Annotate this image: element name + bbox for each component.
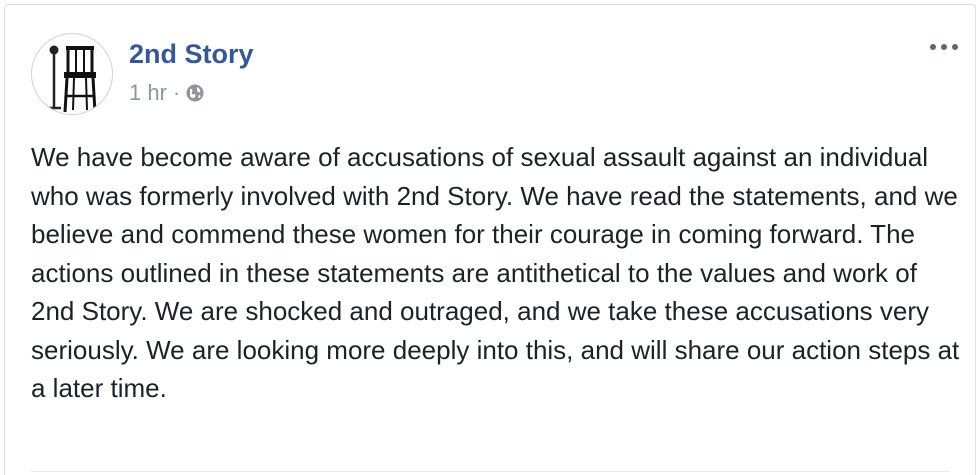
page-avatar[interactable] xyxy=(31,33,113,115)
post-body-text: We have become aware of accusations of s… xyxy=(31,142,960,403)
bar-stool-microphone-logo-icon xyxy=(47,45,97,113)
post-timestamp[interactable]: 1 hr xyxy=(129,80,167,106)
meta-separator: · xyxy=(172,80,181,105)
globe-icon[interactable] xyxy=(185,83,205,103)
post-card: 2nd Story 1 hr · We have become aware of… xyxy=(4,4,976,475)
more-dots-icon xyxy=(930,44,958,50)
post-meta: 1 hr · xyxy=(129,79,205,107)
page-name-link[interactable]: 2nd Story xyxy=(129,37,254,71)
post-divider xyxy=(31,471,949,472)
more-options-button[interactable] xyxy=(929,37,959,57)
